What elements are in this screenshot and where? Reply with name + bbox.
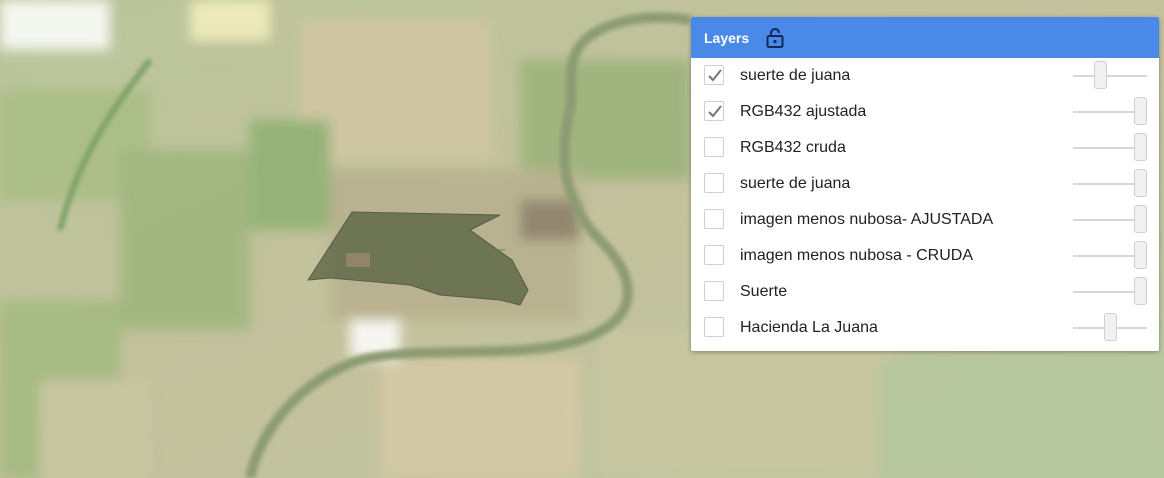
layer-label: suerte de juana (740, 67, 851, 84)
layer-label: RGB432 cruda (740, 139, 846, 156)
layer-label: suerte de juana (740, 175, 851, 192)
layers-panel: Layers suerte de juana RGB432 ajustada RGB… (691, 17, 1159, 351)
layer-opacity-slider[interactable] (1073, 313, 1147, 341)
layer-opacity-slider[interactable] (1073, 61, 1147, 89)
lock-open-icon[interactable] (765, 26, 787, 50)
layer-opacity-slider[interactable] (1073, 97, 1147, 125)
layer-label: imagen menos nubosa- AJUSTADA (740, 211, 994, 228)
slider-thumb[interactable] (1134, 133, 1147, 161)
layer-opacity-slider[interactable] (1073, 205, 1147, 233)
slider-thumb[interactable] (1134, 241, 1147, 269)
layer-opacity-slider[interactable] (1073, 277, 1147, 305)
layers-title: Layers (704, 29, 750, 46)
layer-row[interactable]: imagen menos nubosa - CRUDA (691, 238, 1159, 274)
layer-row[interactable]: imagen menos nubosa- AJUSTADA (691, 202, 1159, 238)
layer-row[interactable]: RGB432 ajustada (691, 94, 1159, 130)
layers-header: Layers (691, 17, 1159, 58)
slider-thumb[interactable] (1134, 97, 1147, 125)
layer-visibility-checkbox[interactable] (704, 101, 724, 121)
layer-visibility-checkbox[interactable] (704, 317, 724, 337)
layer-label: Suerte (740, 283, 788, 300)
layer-opacity-slider[interactable] (1073, 133, 1147, 161)
layer-label: RGB432 ajustada (740, 103, 867, 120)
layer-visibility-checkbox[interactable] (704, 173, 724, 193)
layer-row[interactable]: suerte de juana (691, 58, 1159, 94)
layer-visibility-checkbox[interactable] (704, 245, 724, 265)
layer-row[interactable]: Suerte (691, 274, 1159, 310)
slider-thumb[interactable] (1134, 277, 1147, 305)
layer-label: imagen menos nubosa - CRUDA (740, 247, 973, 264)
layer-visibility-checkbox[interactable] (704, 65, 724, 85)
layer-row[interactable]: Hacienda La Juana (691, 310, 1159, 346)
layer-label: Hacienda La Juana (740, 319, 878, 336)
layer-visibility-checkbox[interactable] (704, 137, 724, 157)
layer-visibility-checkbox[interactable] (704, 209, 724, 229)
slider-thumb[interactable] (1134, 169, 1147, 197)
layer-opacity-slider[interactable] (1073, 241, 1147, 269)
slider-thumb[interactable] (1094, 61, 1108, 89)
slider-thumb[interactable] (1103, 313, 1117, 341)
slider-thumb[interactable] (1134, 205, 1147, 233)
layer-opacity-slider[interactable] (1073, 169, 1147, 197)
layer-row[interactable]: RGB432 cruda (691, 130, 1159, 166)
layer-row[interactable]: suerte de juana (691, 166, 1159, 202)
layer-visibility-checkbox[interactable] (704, 281, 724, 301)
layer-list: suerte de juana RGB432 ajustada RGB432 cru… (691, 58, 1159, 346)
